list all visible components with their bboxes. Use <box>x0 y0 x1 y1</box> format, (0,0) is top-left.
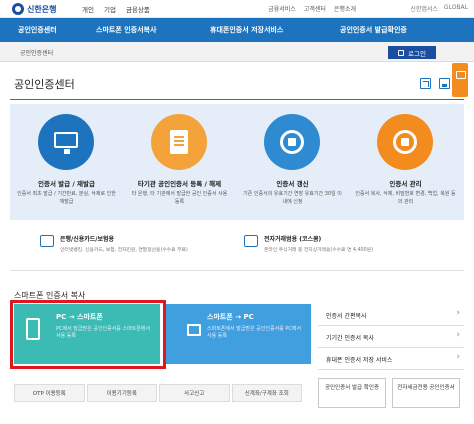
info-bank-desc: 인터넷뱅킹, 신용카드, 보험, 전자민원, 연말정산용(수수료 무료) <box>60 248 188 253</box>
share-icon[interactable] <box>420 78 431 89</box>
language-select[interactable]: GLOBAL <box>444 4 468 13</box>
logo-text: 신한은행 <box>27 4 57 14</box>
feature-renew[interactable]: 인증서 갱신 기존 인증서의 유효기간 연장 유효기간 30일 이내에 신청 <box>236 104 349 220</box>
menu-issue-confirm[interactable]: 공인인증서 발급확인증 <box>340 25 407 35</box>
login-label: 로그인 <box>408 49 426 58</box>
feature-issue-circle <box>38 114 94 170</box>
lock-gear-icon <box>393 130 417 154</box>
top-nav: 개인 기업 금융상품 <box>82 4 150 14</box>
side-link-easy-copy[interactable]: 인증서 간편복사 <box>318 304 464 326</box>
feature-issue-desc: 인증서 최초 발급 / 기간만료, 분실, 삭제로 인한 재발급 <box>17 191 116 205</box>
feature-manage-desc: 인증서 복사, 삭제, 비밀번호 변경, 백업, 복원 등의 관리 <box>355 191 456 205</box>
info-general-desc: 온라인 주식거래 등 전자상거래용(수수료 연 4,400원) <box>264 248 373 253</box>
feature-renew-desc: 기존 인증서의 유효기간 연장 유효기간 30일 이내에 신청 <box>243 191 342 205</box>
stock-chart-icon <box>244 235 258 247</box>
nav-business[interactable]: 기업 <box>104 4 116 14</box>
info-bank-label: 은행/신용카드/보험용 <box>60 236 115 243</box>
feature-manage-title: 인증서 관리 <box>389 180 422 188</box>
document-icon <box>170 130 188 154</box>
account-lookup-button[interactable]: 신계좌/구계좌 조회 <box>231 384 302 402</box>
feature-manage[interactable]: 인증서 관리 인증서 복사, 삭제, 비밀번호 변경, 백업, 복원 등의 관리 <box>349 104 462 220</box>
login-button[interactable]: 로그인 <box>388 46 436 59</box>
feature-register-circle <box>151 114 207 170</box>
device-register-button[interactable]: 이용기기등록 <box>86 384 157 402</box>
otp-register-button[interactable]: OTP 이용등록 <box>14 384 85 402</box>
feature-register[interactable]: 타기관 공인인증서 등록 / 해제 타 은행, 타 기관에서 발급한 공인 인증… <box>123 104 236 220</box>
lock-refresh-icon <box>280 130 304 154</box>
feature-register-title: 타기관 공인인증서 등록 / 해제 <box>137 180 222 188</box>
highlight-box <box>10 300 166 369</box>
side-link-device-copy[interactable]: 기기간 인증서 복사 <box>318 326 464 348</box>
feature-renew-title: 인증서 갱신 <box>276 180 309 188</box>
util-customer-center[interactable]: 고객센터 <box>304 4 326 13</box>
util-about[interactable]: 은행소개 <box>334 4 356 13</box>
util-links: 금융서비스 고객센터 은행소개 <box>268 4 356 13</box>
info-general-label: 전자거래범용 (코스콤) <box>264 236 322 243</box>
smartphone-to-pc-desc: 스마트폰에서 발급받은 공인인증서를 PC에서 사용 등록 <box>207 326 302 339</box>
accident-report-button[interactable]: 사고신고 <box>159 384 230 402</box>
feature-manage-circle <box>377 114 433 170</box>
title-divider <box>10 99 464 100</box>
bank-card-icon <box>40 235 54 247</box>
smartphone-to-pc-card[interactable]: 스마트폰 → PC 스마트폰에서 발급받은 공인인증서를 PC에서 사용 등록 <box>165 304 311 364</box>
user-info: 신한앱서스 GLOBAL <box>410 4 468 13</box>
page-title: 공인인증센터 <box>14 78 75 91</box>
shinhan-logo[interactable]: 신한은행 <box>12 2 56 16</box>
feature-issue[interactable]: 인증서 발급 / 재발급 인증서 최초 발급 / 기간만료, 분실, 삭제로 인… <box>10 104 123 220</box>
user-info-left[interactable]: 신한앱서스 <box>410 4 438 13</box>
menu-smartphone-copy[interactable]: 스마트폰 인증서복사 <box>96 25 156 35</box>
quick-menu-tab[interactable] <box>452 63 468 97</box>
logo-mark-icon <box>12 3 24 15</box>
issue-confirm-button[interactable]: 공인인증서 발급 확인증 <box>318 378 386 408</box>
monitor-icon <box>54 132 78 154</box>
pc-icon <box>187 324 201 336</box>
side-link-phone-storage[interactable]: 휴대폰 인증서 저장 서비스 <box>318 348 464 370</box>
menu-phone-storage[interactable]: 휴대폰인증서 저장서비스 <box>210 25 283 35</box>
bottom-buttons: OTP 이용등록 이용기기등록 사고신고 신계좌/구계좌 조회 <box>14 384 302 402</box>
feature-register-desc: 타 은행, 타 기관에서 발급한 공인 인증서 사용 등록 <box>131 191 228 205</box>
breadcrumb[interactable]: 공인인증센터 <box>20 48 53 57</box>
nav-products[interactable]: 금융상품 <box>126 4 150 14</box>
smartphone-to-pc-title: 스마트폰 → PC <box>207 313 254 321</box>
util-financial-services[interactable]: 금융서비스 <box>268 4 296 13</box>
main-menu: 공인인증센터 스마트폰 인증서복사 휴대폰인증서 저장서비스 공인인증서 발급확… <box>0 18 474 42</box>
feature-issue-title: 인증서 발급 / 재발급 <box>37 180 95 188</box>
print-icon[interactable] <box>439 78 450 89</box>
breadcrumb-bar: 공인인증센터 로그인 <box>0 42 474 62</box>
top-header: 신한은행 개인 기업 금융상품 금융서비스 고객센터 은행소개 신한앱서스 GL… <box>0 0 474 18</box>
nav-personal[interactable]: 개인 <box>82 4 94 14</box>
tax-cert-button[interactable]: 전자세금전용 공인인증서 <box>392 378 460 408</box>
side-links: 인증서 간편복사 기기간 인증서 복사 휴대폰 인증서 저장 서비스 <box>318 304 464 370</box>
menu-cert-center[interactable]: 공인인증센터 <box>18 25 57 35</box>
login-icon <box>398 49 405 56</box>
info-bank-cert[interactable]: 은행/신용카드/보험용 인터넷뱅킹, 신용카드, 보험, 전자민원, 연말정산용… <box>40 234 188 260</box>
feature-panel: 인증서 발급 / 재발급 인증서 최초 발급 / 기간만료, 분실, 삭제로 인… <box>10 104 464 220</box>
info-general-cert[interactable]: 전자거래범용 (코스콤) 온라인 주식거래 등 전자상거래용(수수료 연 4,4… <box>244 234 373 260</box>
feature-renew-circle <box>264 114 320 170</box>
section-divider <box>10 270 464 271</box>
title-tools <box>420 78 450 89</box>
